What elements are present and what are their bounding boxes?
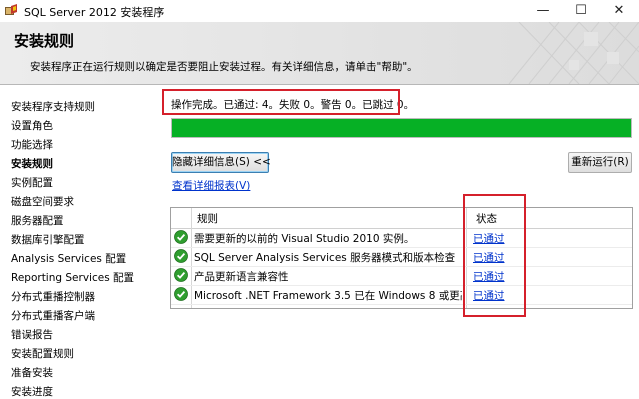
close-button[interactable]: ✕ <box>600 0 638 22</box>
maximize-button[interactable]: ☐ <box>562 0 600 22</box>
rerun-button[interactable]: 重新运行(R) <box>568 152 632 173</box>
sql-server-setup-icon <box>5 4 17 15</box>
sidebar-item-setup-role[interactable]: 设置角色 <box>11 118 53 133</box>
view-detailed-report-link[interactable]: 查看详细报表(V) <box>172 178 250 193</box>
sidebar-item-replay-controller[interactable]: 分布式重播控制器 <box>11 289 95 304</box>
sidebar-item-ready-to-install[interactable]: 准备安装 <box>11 365 53 380</box>
table-row[interactable]: 产品更新语言兼容性 已通过 <box>171 266 632 286</box>
sidebar-item-installation-rules[interactable]: 安装规则 <box>11 156 53 171</box>
sidebar-item-disk-space[interactable]: 磁盘空间要求 <box>11 194 74 209</box>
sidebar-item-setup-support-rules[interactable]: 安装程序支持规则 <box>11 99 95 114</box>
sidebar-item-instance-configuration[interactable]: 实例配置 <box>11 175 53 190</box>
status-highlight-box <box>162 89 400 115</box>
banner-decoration <box>508 22 639 84</box>
status-column-highlight-box <box>463 194 526 317</box>
rule-name: 需要更新的以前的 Visual Studio 2010 实例。 <box>194 233 415 245</box>
wizard-steps-sidebar: 安装程序支持规则 设置角色 功能选择 安装规则 实例配置 磁盘空间要求 服务器配… <box>0 85 158 398</box>
pass-check-icon <box>174 230 188 244</box>
table-row[interactable]: Microsoft .NET Framework 3.5 已在 Windows … <box>171 285 632 305</box>
table-row[interactable]: 需要更新的以前的 Visual Studio 2010 实例。 已通过 <box>171 228 632 248</box>
sidebar-item-error-reporting[interactable]: 错误报告 <box>11 327 53 342</box>
pass-check-icon <box>174 249 188 263</box>
table-row[interactable]: SQL Server Analysis Services 服务器模式和版本检查 … <box>171 247 632 267</box>
pass-check-icon <box>174 268 188 282</box>
minimize-button[interactable]: — <box>524 0 562 22</box>
sidebar-item-server-configuration[interactable]: 服务器配置 <box>11 213 64 228</box>
page-description: 安装程序正在运行规则以确定是否要阻止安装过程。有关详细信息，请单击"帮助"。 <box>30 61 418 73</box>
progress-fill <box>172 119 631 137</box>
page-title: 安装规则 <box>14 32 75 50</box>
column-header-rule[interactable]: 规则 <box>197 211 218 226</box>
rule-name: SQL Server Analysis Services 服务器模式和版本检查 <box>194 252 456 264</box>
sidebar-item-config-rules[interactable]: 安装配置规则 <box>11 346 74 361</box>
header-banner: 安装规则 安装程序正在运行规则以确定是否要阻止安装过程。有关详细信息，请单击"帮… <box>0 22 639 84</box>
progress-bar <box>171 118 632 138</box>
hide-details-button[interactable]: 隐藏详细信息(S) << <box>171 152 271 173</box>
grid-header: 规则 状态 <box>171 208 632 229</box>
pass-check-icon <box>174 287 188 301</box>
sidebar-item-feature-selection[interactable]: 功能选择 <box>11 137 53 152</box>
rules-grid: 规则 状态 需要更新的以前的 Visual Studio 2010 实例。 已通… <box>170 207 633 309</box>
sidebar-item-analysis-services[interactable]: Analysis Services 配置 <box>11 251 126 266</box>
sidebar-item-reporting-services[interactable]: Reporting Services 配置 <box>11 270 134 285</box>
rule-name: Microsoft .NET Framework 3.5 已在 Windows … <box>194 290 462 302</box>
window-title: SQL Server 2012 安装程序 <box>24 6 165 19</box>
rule-name: 产品更新语言兼容性 <box>194 271 289 283</box>
window-titlebar: SQL Server 2012 安装程序 — ☐ ✕ <box>0 0 639 22</box>
sidebar-item-database-engine[interactable]: 数据库引擎配置 <box>11 232 85 247</box>
sidebar-item-replay-client[interactable]: 分布式重播客户端 <box>11 308 95 323</box>
